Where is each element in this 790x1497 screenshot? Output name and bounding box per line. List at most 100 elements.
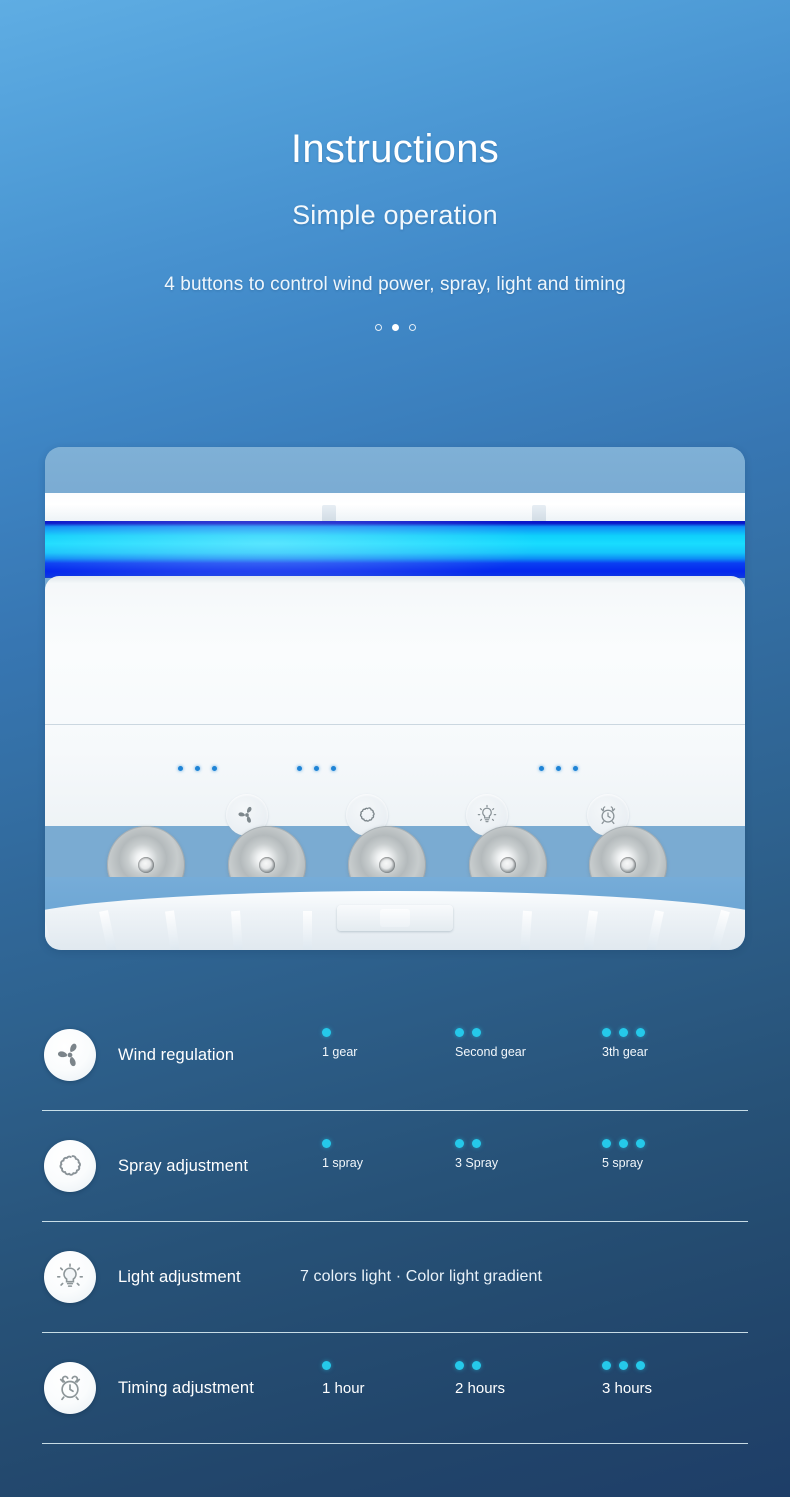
level-dot: [636, 1139, 645, 1148]
feature-row-wind: Wind regulation 1 gear Second gear 3th g…: [42, 1000, 748, 1111]
page-tagline: 4 buttons to control wind power, spray, …: [164, 274, 626, 295]
grille-center-tab: [337, 905, 453, 931]
feature-label: Spray adjustment: [118, 1156, 248, 1175]
fan-icon: [55, 1040, 85, 1070]
product-top-housing: [45, 493, 745, 523]
indicator-led: [539, 766, 544, 771]
level-dot: [455, 1028, 464, 1037]
level-item: 3th gear: [602, 1028, 648, 1059]
feature-levels: 1 hour 2 hours 3 hours: [272, 1333, 748, 1444]
level-item: 1 hour: [322, 1361, 365, 1397]
indicator-group-timer: [539, 766, 578, 771]
panel-seam: [45, 724, 745, 725]
product-air-grille: [45, 891, 745, 950]
level-dots: [322, 1361, 365, 1371]
level-dots: [322, 1028, 357, 1038]
level-dot: [602, 1139, 611, 1148]
alarm-clock-icon: [55, 1373, 85, 1403]
level-label: 2 hours: [455, 1379, 506, 1397]
level-dot: [619, 1361, 628, 1370]
feature-icon-spray: [44, 1140, 96, 1192]
indicator-group-spray: [297, 766, 336, 771]
level-label: 1 spray: [322, 1155, 363, 1170]
feature-label: Wind regulation: [118, 1045, 235, 1064]
indicator-led: [178, 766, 183, 771]
bulb-icon: [55, 1262, 85, 1292]
carousel-dot-2[interactable]: [391, 324, 399, 331]
level-dot: [322, 1361, 331, 1370]
level-dot: [602, 1028, 611, 1037]
level-dots: [602, 1139, 645, 1149]
level-item: 2 hours: [455, 1361, 505, 1397]
feature-icon-timing: [44, 1362, 96, 1414]
feature-levels: 1 spray 3 Spray 5 spray: [272, 1111, 748, 1222]
level-dots: [322, 1139, 363, 1149]
feature-row-spray: Spray adjustment 1 spray 3 Spray 5 spray: [42, 1111, 748, 1222]
indicator-led: [195, 766, 200, 771]
indicator-led: [331, 766, 336, 771]
indicator-led: [556, 766, 561, 771]
promo-page: Instructions Simple operation 4 buttons …: [0, 0, 790, 1497]
spray-cloud-icon: [356, 804, 378, 826]
level-label: 3th gear: [602, 1044, 648, 1059]
level-dots: [455, 1139, 498, 1149]
level-item: 1 gear: [322, 1028, 357, 1059]
carousel-dot-1[interactable]: [374, 324, 382, 331]
level-dots: [602, 1028, 648, 1038]
level-dot: [472, 1361, 481, 1370]
level-dot: [322, 1028, 331, 1037]
level-item: Second gear: [455, 1028, 526, 1059]
level-item: 3 Spray: [455, 1139, 498, 1170]
level-dot: [455, 1139, 464, 1148]
bulb-icon: [476, 804, 498, 826]
feature-label: Light adjustment: [118, 1267, 241, 1286]
level-dot: [472, 1139, 481, 1148]
alarm-clock-icon: [597, 804, 619, 826]
indicator-group-fan: [178, 766, 217, 771]
led-light-strip: [45, 521, 745, 578]
level-label: 5 spray: [602, 1155, 643, 1170]
feature-note: 7 colors light · Color light gradient: [300, 1268, 543, 1285]
feature-levels: 1 gear Second gear 3th gear: [272, 1000, 748, 1111]
level-label: 1 hour: [322, 1379, 365, 1397]
header: Instructions Simple operation 4 buttons …: [0, 0, 790, 331]
led-strip-sheen: [45, 521, 745, 578]
product-backdrop: [45, 447, 745, 499]
product-image-card: [45, 447, 745, 950]
level-item: 5 spray: [602, 1139, 645, 1170]
level-dot: [322, 1139, 331, 1148]
fan-icon: [236, 804, 258, 826]
level-dot: [619, 1139, 628, 1148]
level-dots: [455, 1028, 526, 1038]
level-label: 1 gear: [322, 1044, 358, 1059]
feature-icon-light: [44, 1251, 96, 1303]
indicator-led: [573, 766, 578, 771]
level-item: 1 spray: [322, 1139, 363, 1170]
indicator-led: [297, 766, 302, 771]
feature-list: Wind regulation 1 gear Second gear 3th g…: [42, 1000, 748, 1444]
page-subtitle: Simple operation: [292, 200, 498, 230]
level-dots: [455, 1361, 505, 1371]
spray-cloud-icon: [55, 1151, 85, 1181]
page-title: Instructions: [290, 127, 500, 171]
feature-label: Timing adjustment: [118, 1378, 254, 1397]
control-panel-face: [45, 576, 745, 950]
level-label: 3 Spray: [455, 1155, 499, 1170]
carousel-dots[interactable]: [0, 324, 790, 331]
feature-row-light: Light adjustment 7 colors light · Color …: [42, 1222, 748, 1333]
level-label: 3 hours: [602, 1379, 653, 1397]
level-dot: [455, 1361, 464, 1370]
level-dots: [602, 1361, 652, 1371]
indicator-led: [212, 766, 217, 771]
indicator-led: [314, 766, 319, 771]
level-item: 3 hours: [602, 1361, 652, 1397]
feature-icon-wind: [44, 1029, 96, 1081]
level-dot: [472, 1028, 481, 1037]
level-dot: [636, 1028, 645, 1037]
level-label: Second gear: [455, 1044, 526, 1059]
level-dot: [602, 1361, 611, 1370]
carousel-dot-3[interactable]: [408, 324, 416, 331]
level-dot: [636, 1361, 645, 1370]
level-dot: [619, 1028, 628, 1037]
feature-row-timing: Timing adjustment 1 hour 2 hours 3 hours: [42, 1333, 748, 1444]
